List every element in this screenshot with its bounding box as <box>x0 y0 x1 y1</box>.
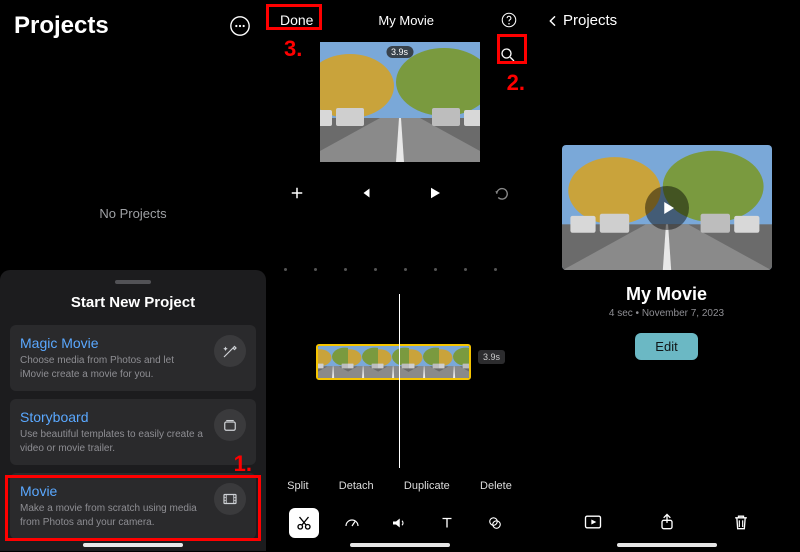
option-storyboard[interactable]: Storyboard Use beautiful templates to ea… <box>10 399 256 465</box>
zoom-button[interactable] <box>493 40 523 70</box>
preview-image <box>320 42 480 162</box>
play-rect-icon <box>583 512 603 532</box>
timeline-clip[interactable] <box>316 344 471 380</box>
done-button[interactable]: Done <box>280 12 313 28</box>
delete-button[interactable]: Delete <box>480 480 512 492</box>
undo-icon <box>493 184 511 202</box>
playhead[interactable] <box>399 294 400 468</box>
rewind-button[interactable] <box>350 178 380 208</box>
play-icon <box>659 199 677 217</box>
speedometer-icon <box>343 514 361 532</box>
undo-button[interactable] <box>487 178 517 208</box>
duration-badge: 3.9s <box>386 46 413 58</box>
option-desc: Make a movie from scratch using media fr… <box>20 502 204 529</box>
option-title: Magic Movie <box>20 335 204 351</box>
project-name: My Movie <box>533 284 800 305</box>
filters-icon <box>486 514 504 532</box>
clip-duration-label: 3.9s <box>478 350 505 364</box>
annotation-label-2: 2. <box>507 70 525 96</box>
clip-actions-row: Split Detach Duplicate Delete <box>266 474 533 498</box>
project-detail-screen: Projects My Movie 4 sec • November 7, 20… <box>533 0 800 551</box>
projects-screen: Projects No Projects Start New Project M… <box>0 0 266 551</box>
home-indicator[interactable] <box>617 543 717 547</box>
sheet-grabber[interactable] <box>115 280 151 284</box>
empty-state-text: No Projects <box>0 206 266 221</box>
magnifier-icon <box>499 46 517 64</box>
home-indicator[interactable] <box>83 543 183 547</box>
trash-icon <box>731 512 751 532</box>
option-desc: Choose media from Photos and let iMovie … <box>20 354 204 381</box>
help-icon <box>500 11 518 29</box>
option-desc: Use beautiful templates to easily create… <box>20 428 204 455</box>
magic-wand-icon <box>214 335 246 367</box>
timeline-ruler <box>266 268 533 274</box>
play-button[interactable] <box>419 178 449 208</box>
storyboard-icon <box>214 409 246 441</box>
volume-icon <box>390 514 408 532</box>
volume-tool-button[interactable] <box>384 508 414 538</box>
scissors-icon <box>295 514 313 532</box>
add-media-button[interactable] <box>282 178 312 208</box>
back-label: Projects <box>563 12 617 29</box>
cut-tool-button[interactable] <box>289 508 319 538</box>
option-title: Storyboard <box>20 409 204 425</box>
sheet-title: Start New Project <box>6 294 260 311</box>
text-icon <box>438 514 456 532</box>
delete-project-button[interactable] <box>726 507 756 537</box>
edit-button[interactable]: Edit <box>635 333 697 360</box>
skip-start-icon <box>356 184 374 202</box>
option-title: Movie <box>20 483 204 499</box>
project-meta: 4 sec • November 7, 2023 <box>533 308 800 319</box>
share-button[interactable] <box>652 507 682 537</box>
duplicate-button[interactable]: Duplicate <box>404 480 450 492</box>
project-title: My Movie <box>378 13 434 28</box>
ellipsis-icon <box>229 15 251 37</box>
filmstrip-icon <box>214 483 246 515</box>
split-button[interactable]: Split <box>287 480 308 492</box>
detach-button[interactable]: Detach <box>339 480 374 492</box>
play-icon <box>425 184 443 202</box>
bottom-toolbar <box>533 507 800 537</box>
play-project-button[interactable] <box>578 507 608 537</box>
help-button[interactable] <box>499 10 519 30</box>
play-overlay-button[interactable] <box>645 186 689 230</box>
share-icon <box>657 512 677 532</box>
chevron-left-icon <box>545 13 561 29</box>
more-button[interactable] <box>228 14 252 38</box>
timeline[interactable]: 3.9s <box>266 268 533 468</box>
new-project-sheet: Start New Project Magic Movie Choose med… <box>0 270 266 551</box>
annotation-label-3: 3. <box>284 36 302 62</box>
project-thumbnail[interactable] <box>562 145 772 270</box>
option-magic-movie[interactable]: Magic Movie Choose media from Photos and… <box>10 325 256 391</box>
editor-screen: Done My Movie 3.9s <box>266 0 533 551</box>
page-title: Projects <box>14 12 109 40</box>
speed-tool-button[interactable] <box>337 508 367 538</box>
preview-viewport[interactable]: 3.9s <box>320 42 480 162</box>
filters-tool-button[interactable] <box>480 508 510 538</box>
home-indicator[interactable] <box>350 543 450 547</box>
option-movie[interactable]: Movie Make a movie from scratch using me… <box>10 473 256 539</box>
back-button[interactable]: Projects <box>545 12 617 29</box>
titles-tool-button[interactable] <box>432 508 462 538</box>
plus-icon <box>288 184 306 202</box>
